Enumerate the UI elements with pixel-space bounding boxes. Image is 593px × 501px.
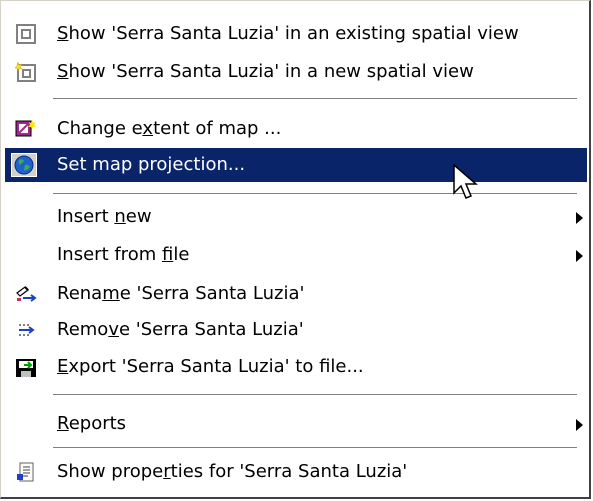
menu-item-change-extent[interactable]: Change extent of map ... <box>5 112 587 146</box>
submenu-arrow-icon <box>576 419 583 431</box>
menu-item-show-existing-view[interactable]: Show 'Serra Santa Luzia' in an existing … <box>5 17 587 51</box>
submenu-arrow-icon <box>576 212 583 224</box>
rename-icon <box>15 283 37 305</box>
remove-icon <box>15 319 37 341</box>
new-spatial-view-icon <box>14 61 37 83</box>
menu-item-insert-from-file[interactable]: Insert from file <box>5 238 587 272</box>
menu-item-reports[interactable]: Reports <box>5 407 587 441</box>
menu-separator <box>53 98 577 100</box>
menu-item-show-new-view[interactable]: Show 'Serra Santa Luzia' in a new spatia… <box>5 55 587 89</box>
export-icon <box>15 356 37 378</box>
context-menu: Show 'Serra Santa Luzia' in an existing … <box>0 0 591 499</box>
menu-separator <box>53 447 577 449</box>
mouse-cursor-icon <box>453 164 479 199</box>
map-extent-icon <box>15 118 37 140</box>
menu-separator <box>53 394 577 396</box>
menu-item-rename[interactable]: Rename 'Serra Santa Luzia' <box>5 277 587 311</box>
menu-item-show-properties[interactable]: Show properties for 'Serra Santa Luzia' <box>5 455 587 489</box>
properties-icon <box>15 461 37 483</box>
menu-item-set-projection[interactable]: Set map projection... <box>5 148 587 182</box>
menu-separator <box>53 193 577 195</box>
menu-item-export[interactable]: Export 'Serra Santa Luzia' to file... <box>5 350 587 384</box>
spatial-view-icon <box>15 23 37 45</box>
menu-item-insert-new[interactable]: Insert new <box>5 200 587 234</box>
submenu-arrow-icon <box>576 250 583 262</box>
menu-item-remove[interactable]: Remove 'Serra Santa Luzia' <box>5 313 587 347</box>
globe-icon <box>11 153 37 177</box>
